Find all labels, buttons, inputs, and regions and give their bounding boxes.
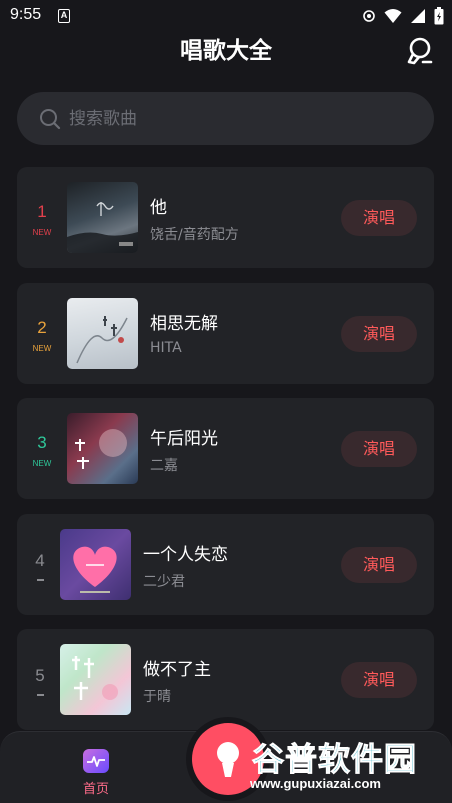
page-title: 唱歌大全 — [180, 38, 272, 64]
song-artist: 饶舌/音药配方 — [150, 227, 239, 243]
rank-number: 1 — [37, 202, 47, 221]
battery-icon — [434, 7, 444, 25]
home-tab-icon[interactable] — [83, 749, 109, 773]
search-bar[interactable] — [17, 92, 434, 145]
watermark-url: www.gupuxiazai.com — [250, 776, 381, 791]
rank-indicator: 5 — [20, 666, 60, 696]
status-icons — [362, 7, 444, 25]
song-artist: 二嘉 — [150, 458, 178, 474]
album-cover — [67, 182, 138, 253]
album-cover — [60, 644, 131, 715]
search-icon — [40, 109, 61, 130]
song-title: 午后阳光 — [150, 429, 218, 449]
new-tag: NEW — [32, 344, 52, 353]
microphone-icon — [407, 37, 433, 65]
rank-number: 2 — [37, 318, 47, 337]
song-artist: 于晴 — [143, 689, 171, 705]
rank-number: 4 — [35, 551, 45, 570]
album-cover — [67, 413, 138, 484]
new-tag: NEW — [32, 459, 52, 468]
song-artist: HITA — [150, 340, 182, 356]
song-card[interactable]: 4 一个人失恋 二少君 演唱 — [17, 514, 434, 615]
album-cover — [67, 298, 138, 369]
song-card[interactable]: 1 NEW 他 饶舌/音药配方 演唱 — [17, 167, 434, 268]
home-tab-label[interactable]: 首页 — [76, 778, 116, 797]
rank-number: 5 — [35, 666, 45, 685]
song-title: 做不了主 — [143, 660, 211, 680]
rank-indicator: 2 NEW — [22, 318, 62, 353]
mic-button[interactable] — [406, 36, 436, 66]
notification-a-icon: A — [58, 9, 70, 23]
song-title: 相思无解 — [150, 314, 218, 334]
song-card[interactable]: 5 做不了主 于晴 演唱 — [17, 629, 434, 730]
song-artist: 二少君 — [143, 574, 185, 590]
status-bar: 9:55 A — [0, 0, 452, 32]
watermark: 谷普软件园 www.gupuxiazai.com — [248, 732, 452, 798]
song-card[interactable]: 3 NEW 午后阳光 二嘉 演唱 — [17, 398, 434, 499]
wifi-icon — [384, 9, 402, 23]
sing-button[interactable]: 演唱 — [341, 431, 417, 467]
signal-icon — [411, 9, 425, 23]
settings-dot-icon — [363, 10, 375, 22]
rank-indicator: 1 NEW — [22, 202, 62, 237]
song-card[interactable]: 2 NEW 相思无解 HITA 演唱 — [17, 283, 434, 384]
search-input[interactable] — [69, 92, 409, 145]
rank-unchanged-dash — [36, 694, 44, 696]
sing-button[interactable]: 演唱 — [341, 316, 417, 352]
sing-button[interactable]: 演唱 — [341, 200, 417, 236]
watermark-title: 谷普软件园 — [251, 740, 418, 779]
song-title: 他 — [150, 198, 167, 218]
new-tag: NEW — [32, 228, 52, 237]
sing-button[interactable]: 演唱 — [341, 662, 417, 698]
sing-button[interactable]: 演唱 — [341, 547, 417, 583]
rank-indicator: 3 NEW — [22, 433, 62, 468]
rank-unchanged-dash — [36, 579, 44, 581]
rank-number: 3 — [37, 433, 47, 452]
rank-indicator: 4 — [20, 551, 60, 581]
status-time: 9:55 — [10, 6, 42, 23]
song-title: 一个人失恋 — [143, 545, 228, 565]
album-cover — [60, 529, 131, 600]
